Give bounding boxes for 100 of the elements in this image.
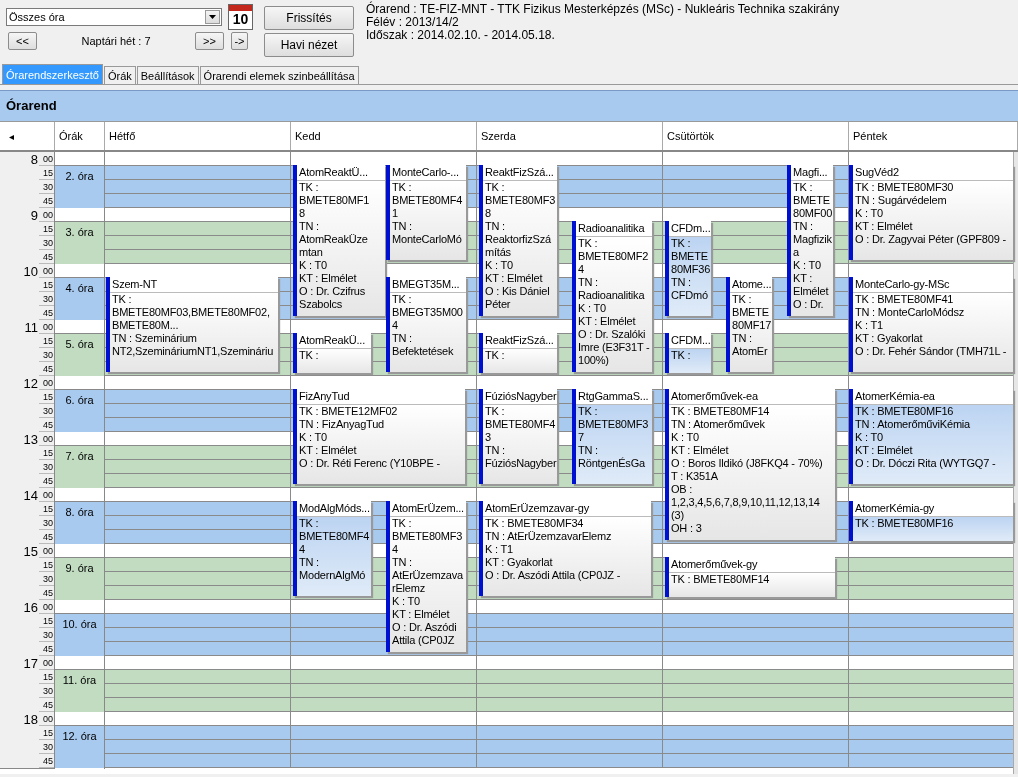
event-detail-line: TN : MonteCarloMódsz bbox=[855, 306, 966, 319]
minute-label: 30 bbox=[39, 348, 54, 362]
event-detail-line: TN : Atomerőművek bbox=[671, 418, 766, 431]
event-detail-line: ModernAlgMó bbox=[299, 569, 367, 582]
event-detail-line: TN : bbox=[732, 332, 753, 345]
event-card[interactable]: AtomErÜzemzavar-gy TK : BMETE80MF34 TN : AtErÜzemzavarElemz K : T1 KT : Gyakorlat O : Dr. Aszódi Attila (CP0JZ - bbox=[479, 501, 651, 596]
event-title: AtomErÜzem... bbox=[390, 501, 466, 517]
event-card[interactable]: ReaktFizSzá... TK : bbox=[479, 333, 557, 373]
next-week-button[interactable]: >> bbox=[195, 32, 224, 50]
event-title: MonteCarlo-... bbox=[390, 165, 466, 181]
event-title: BMEGT35M... bbox=[390, 277, 466, 293]
event-title: ModAlgMóds... bbox=[297, 501, 371, 517]
event-card[interactable]: Magfi... TK : BMETE 80MF00 TN : Magfizik a K : T0 KT : Elmélet O : Dr. bbox=[787, 165, 833, 316]
event-card[interactable]: Szem-NT TK : BMETE80MF03,BMETE80MF02, BMETE80M... TN : Szeminárium NT2,SzemináriumNT1,Szemináriu bbox=[106, 277, 278, 372]
event-card[interactable]: AtomerKémia-gy TK : BMETE80MF16 bbox=[849, 501, 1013, 541]
tab[interactable]: Órarendi elemek szinbeállítása bbox=[199, 66, 359, 84]
event-title: AtomerKémia-ea bbox=[853, 389, 1013, 405]
event-title: ReaktFizSzá... bbox=[483, 333, 557, 349]
event-detail-line: K : T0 bbox=[392, 595, 421, 608]
hour-label: 14 bbox=[23, 488, 39, 505]
event-detail-line: K : T0 bbox=[855, 207, 884, 220]
event-card[interactable]: Atome... TK : BMETE 80MF17 TN : AtomEr bbox=[726, 277, 772, 372]
minute-label: 30 bbox=[39, 684, 54, 698]
minute-label: 15 bbox=[39, 166, 54, 180]
event-detail-line: a bbox=[793, 246, 800, 259]
hour-label: 12 bbox=[23, 376, 39, 393]
event-detail-line: TN : bbox=[299, 220, 320, 233]
event-detail-line: O : Dr. Dóczi Rita (WYTGQ7 - bbox=[855, 457, 997, 470]
event-detail-line: Elmélet bbox=[793, 285, 830, 298]
minute-label: 00 bbox=[39, 320, 54, 334]
event-detail-line: TN : bbox=[671, 276, 692, 289]
event-detail-line: TK : BMETE80MF16 bbox=[855, 405, 955, 418]
event-detail-line: RöntgenÉsGa bbox=[578, 457, 646, 470]
minute-label: 30 bbox=[39, 516, 54, 530]
event-detail-line: 80MF00 bbox=[793, 207, 833, 220]
event-card[interactable]: ReaktFizSzá... TK : BMETE80MF3 8 TN : ReaktorfizSzá mítás K : T0 KT : Elmélet O : Kis Dániel Péter bbox=[479, 165, 557, 316]
minute-label: 00 bbox=[39, 600, 54, 614]
tab[interactable]: Órák bbox=[103, 66, 136, 84]
event-detail-line: TK : bbox=[299, 349, 320, 362]
event-card[interactable]: ModAlgMóds... TK : BMETE80MF4 4 TN : ModernAlgMó bbox=[293, 501, 371, 596]
month-view-button[interactable]: Havi nézet bbox=[264, 33, 354, 57]
event-card[interactable]: AtomReakÜ... TK : bbox=[293, 333, 371, 373]
minute-label: 15 bbox=[39, 334, 54, 348]
event-title: AtomErÜzemzavar-gy bbox=[483, 501, 651, 517]
event-detail-line: TK : bbox=[671, 349, 692, 362]
event-detail-line: 4 bbox=[578, 263, 585, 276]
event-detail-line: 80MF17 bbox=[732, 319, 772, 332]
event-title: SugVéd2 bbox=[853, 165, 1013, 181]
event-card[interactable]: FúziósNagyber TK : BMETE80MF4 3 TN : FúziósNagyber bbox=[479, 389, 557, 484]
event-card[interactable]: CFDm... TK : BMETE 80MF36 TN : CFDmó bbox=[665, 221, 711, 316]
event-detail-line: TK : bbox=[485, 349, 506, 362]
event-card[interactable]: MonteCarlo-... TK : BMETE80MF4 1 TN : MonteCarloMó bbox=[386, 165, 466, 260]
event-card[interactable]: MonteCarlo-gy-MSc TK : BMETE80MF41 TN : MonteCarloMódsz K : T1 KT : Gyakorlat O : Dr. Fehér Sándor (TMH71L - bbox=[849, 277, 1013, 372]
event-detail-line: TK : bbox=[299, 181, 320, 194]
tab[interactable]: Beállítások bbox=[136, 66, 199, 84]
event-detail-line: BMETE80MF03,BMETE80MF02, bbox=[112, 306, 271, 319]
event-card[interactable]: Radioanalitika TK : BMETE80MF2 4 TN : Radioanalitika K : T0 KT : Elmélet O : Dr. Szalóki Imre (E3F31T - 100%) bbox=[572, 221, 652, 372]
event-detail-line: 80MF36 bbox=[671, 263, 711, 276]
event-detail-line: OH : 3 bbox=[671, 522, 703, 535]
timetable-grid[interactable] bbox=[0, 152, 1013, 768]
event-card[interactable]: SugVéd2 TK : BMETE80MF30 TN : Sugárvédelem K : T0 KT : Elmélet O : Dr. Zagyvai Péter (GPF809 - bbox=[849, 165, 1013, 260]
event-detail-line: KT : bbox=[793, 272, 814, 285]
event-detail-line: KT : Gyakorlat bbox=[485, 556, 554, 569]
event-card[interactable]: AtomerKémia-ea TK : BMETE80MF16 TN : AtomerőműviKémia K : T0 KT : Elmélet O : Dr. Dóczi Rita (WYTGQ7 - bbox=[849, 389, 1013, 484]
event-detail-line: Radioanalitika bbox=[578, 289, 646, 302]
event-detail-line: BMETE80M... bbox=[112, 319, 180, 332]
event-card[interactable]: BMEGT35M... TK : BMEGT35M00 4 TN : Befektetések bbox=[386, 277, 466, 372]
event-detail-line: BMETE80MF2 bbox=[578, 250, 650, 263]
minute-label: 15 bbox=[39, 670, 54, 684]
event-card[interactable]: Atomerőművek-gy TK : BMETE80MF14 bbox=[665, 557, 835, 597]
event-detail-line: ReaktorfizSzá bbox=[485, 233, 552, 246]
event-card[interactable]: AtomReaktÜ... TK : BMETE80MF1 8 TN : AtomReakÜze mtan K : T0 KT : Elmélet O : Dr. Czifrus Szabolcs bbox=[293, 165, 385, 316]
event-detail-line: TK : bbox=[671, 237, 692, 250]
hour-label: 11 bbox=[24, 320, 39, 337]
previous-week-button[interactable]: << bbox=[8, 32, 37, 50]
event-detail-line: TN : bbox=[392, 220, 413, 233]
event-card[interactable]: CFDM... TK : bbox=[665, 333, 711, 373]
minute-label: 45 bbox=[39, 754, 54, 768]
event-detail-line: O : Dr. Réti Ferenc (Y10BPE - bbox=[299, 457, 441, 470]
event-detail-line: O : Dr. bbox=[793, 298, 825, 311]
minute-label: 15 bbox=[39, 726, 54, 740]
event-card[interactable]: Atomerőművek-ea TK : BMETE80MF14 TN : Atomerőművek K : T0 KT : Elmélet O : Boros Ildikó (J8FKQ4 - 70%) T : K351A OB : 1,2,3,4,5,6,7,8,9,10,11,12,13,14 (3) OH : 3 bbox=[665, 389, 835, 540]
go-button[interactable]: -> bbox=[231, 32, 248, 50]
event-card[interactable]: RtgGammaS... TK : BMETE80MF3 7 TN : RöntgenÉsGa bbox=[572, 389, 652, 484]
event-detail-line: AtomEr bbox=[732, 345, 769, 358]
collapse-arrow[interactable]: ◂ bbox=[9, 130, 14, 142]
calendar-icon[interactable]: 10 bbox=[228, 4, 253, 30]
minute-label: 00 bbox=[39, 656, 54, 670]
filter-dropdown[interactable]: Összes óra bbox=[6, 8, 222, 26]
event-detail-line: TN : bbox=[578, 444, 599, 457]
event-detail-line: TK : BMETE12MF02 bbox=[299, 405, 399, 418]
event-card[interactable]: AtomErÜzem... TK : BMETE80MF3 4 TN : AtErÜzemzava rElemz K : T0 KT : Elmélet O : Dr. Aszódi Attila (CP0JZ bbox=[386, 501, 466, 652]
event-detail-line: BMEGT35M00 bbox=[392, 306, 464, 319]
event-detail-line: K : T0 bbox=[793, 259, 822, 272]
scrollbar[interactable] bbox=[1013, 152, 1018, 774]
minute-label: 30 bbox=[39, 180, 54, 194]
event-detail-line: K : T0 bbox=[855, 431, 884, 444]
refresh-button[interactable]: Frissítés bbox=[264, 6, 354, 30]
event-card[interactable]: FizAnyTud TK : BMETE12MF02 TN : FizAnyagTud K : T0 KT : Elmélet O : Dr. Réti Ferenc (Y10BPE - bbox=[293, 389, 465, 484]
event-detail-line: TK : BMETE80MF14 bbox=[671, 405, 771, 418]
